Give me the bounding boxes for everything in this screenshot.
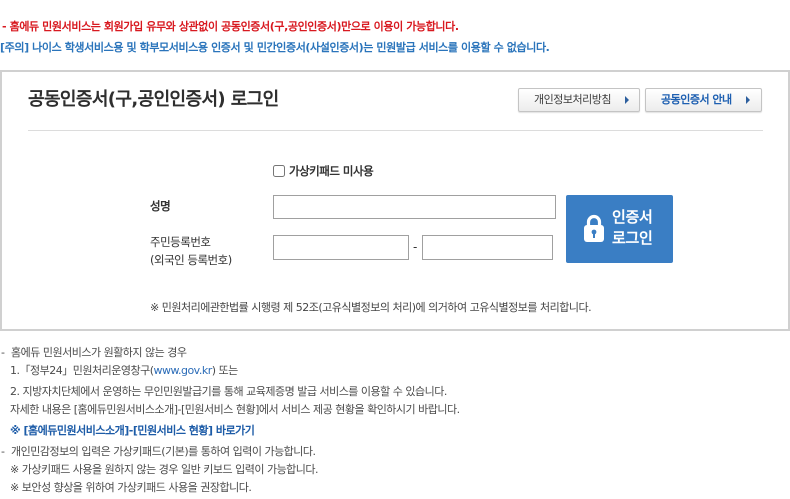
name-label: 성명 xyxy=(150,199,171,213)
arrow-right-icon xyxy=(625,96,629,104)
keypad-note-2: ※ 보안성 향상을 위하여 가상키패드 사용을 권장합니다. xyxy=(10,481,252,494)
rrn-front-input[interactable] xyxy=(273,235,409,260)
arrow-right-icon xyxy=(746,96,750,104)
keypad-option-label: 가상키패드 미사용 xyxy=(289,164,374,178)
keypad-off-checkbox[interactable] xyxy=(273,165,285,177)
rrn-sublabel: (외국인 등록번호) xyxy=(150,253,232,267)
outage-heading: - 홈에듀 민원서비스가 원활하지 않는 경우 xyxy=(1,345,187,361)
keypad-option[interactable]: 가상키패드 미사용 xyxy=(273,163,374,179)
rrn-back-input[interactable] xyxy=(422,235,553,260)
help-details: 자세한 내용은 [홈에듀민원서비스소개]-[민원서비스 현황]에서 서비스 제공… xyxy=(10,403,460,416)
keypad-heading: - 개인민감정보의 입력은 가상키패드(기본)를 통하여 입력이 가능합니다. xyxy=(1,444,316,460)
keypad-heading-text: 개인민감정보의 입력은 가상키패드(기본)를 통하여 입력이 가능합니다. xyxy=(11,445,316,458)
option1-suffix: ) 또는 xyxy=(211,364,239,377)
option1-prefix: 1.「정부24」민원처리운영창구( xyxy=(10,364,154,377)
bullet: - xyxy=(1,445,5,458)
name-input[interactable] xyxy=(273,195,556,219)
outage-heading-text: 홈에듀 민원서비스가 원활하지 않는 경우 xyxy=(11,346,187,359)
service-status-shortcut-link[interactable]: ※ [홈에듀민원서비스소개]-[민원서비스 현황] 바로가기 xyxy=(10,423,255,439)
bullet: - xyxy=(1,346,5,359)
rrn-label: 주민등록번호 xyxy=(150,235,211,249)
gov-kr-link[interactable]: www.gov.kr xyxy=(153,364,212,377)
lock-icon xyxy=(583,213,605,243)
notice-certificate-only: - 홈에듀 민원서비스는 회원가입 유무와 상관없이 공동인증서(구,공인인증서… xyxy=(2,20,459,33)
login-title: 공동인증서(구,공인인증서) 로그인 xyxy=(28,89,279,110)
login-button-line1: 인증서 xyxy=(612,208,653,226)
certificate-login-panel: 공동인증서(구,공인인증서) 로그인 개인정보처리방침 공동인증서 안내 가상키… xyxy=(0,70,790,331)
legal-note: ※ 민원처리에관한법률 시행령 제 52조(고유식별정보의 처리)에 의거하여 … xyxy=(150,301,592,314)
privacy-policy-button[interactable]: 개인정보처리방침 xyxy=(518,88,640,112)
privacy-policy-label: 개인정보처리방침 xyxy=(534,93,611,106)
login-button-line2: 로그인 xyxy=(612,229,653,247)
help-option-1: 1.「정부24」민원처리운영창구(www.gov.kr) 또는 xyxy=(10,363,238,379)
header-divider xyxy=(28,130,763,131)
notice-caution: [주의] 나이스 학생서비스용 및 학부모서비스용 인증서 및 민간인증서(사설… xyxy=(0,41,550,54)
rrn-separator: - xyxy=(413,240,417,254)
help-option-2: 2. 지방자치단체에서 운영하는 무인민원발급기를 통해 교육제증명 발급 서비… xyxy=(10,385,447,398)
keypad-note-1: ※ 가상키패드 사용을 원하지 않는 경우 일반 키보드 입력이 가능합니다. xyxy=(10,463,319,476)
certificate-login-button[interactable]: 인증서 로그인 xyxy=(566,195,673,263)
certificate-guide-button[interactable]: 공동인증서 안내 xyxy=(645,88,762,112)
login-button-text: 인증서 로그인 xyxy=(612,207,653,249)
certificate-guide-label: 공동인증서 안내 xyxy=(661,93,732,106)
